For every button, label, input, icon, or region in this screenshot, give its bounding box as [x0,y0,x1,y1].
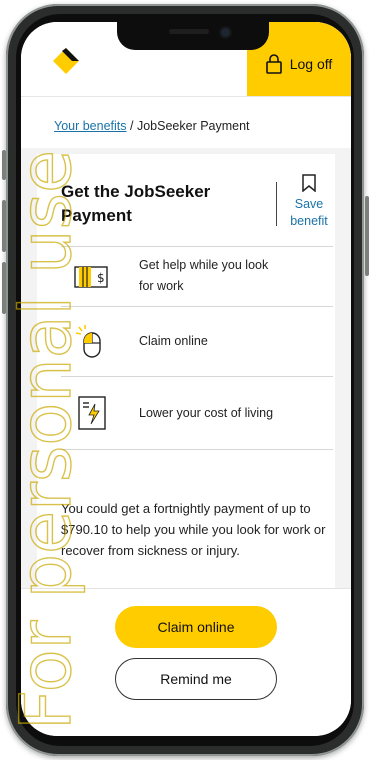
phone-volume-down [2,262,6,314]
phone-mute-switch [2,150,6,180]
feature-label: Claim online [139,334,208,348]
logout-label: Log off [289,56,333,72]
lock-icon [265,54,282,74]
front-camera [221,28,230,37]
feature-label: Get help while you look [139,258,269,272]
page-title: Get the JobSeeker Payment [61,182,211,225]
mouse-click-icon [75,325,101,358]
save-benefit-button[interactable]: Save benefit [283,174,335,230]
phone-volume-up [2,200,6,252]
feature-item-help-while-looking: $ Get help while you look for work [61,246,333,307]
bank-logo-icon[interactable] [53,48,79,74]
breadcrumb-current: JobSeeker Payment [136,119,250,133]
benefit-card: Get the JobSeeker Payment Save benefit $… [37,154,335,614]
action-footer: Claim online Remind me [21,588,351,736]
feature-label-cont: for work [139,279,184,293]
speaker-grille [169,29,209,34]
money-icon: $ [74,266,108,288]
save-label-line1: Save [294,197,324,211]
svg-text:$: $ [97,271,105,285]
phone-screen: Log off Your benefits / JobSeeker Paymen… [21,22,351,736]
feature-item-claim-online: Claim online [61,306,333,377]
feature-item-cost-of-living: Lower your cost of living [61,376,333,450]
breadcrumb-separator: / [130,119,134,133]
phone-power-button [365,196,369,276]
claim-online-button[interactable]: Claim online [115,606,277,648]
bookmark-icon [302,174,316,192]
feature-label: Lower your cost of living [139,406,274,420]
phone-notch [117,22,269,50]
save-label-line2: benefit [290,214,328,228]
energy-bill-icon [78,396,106,430]
breadcrumb: Your benefits / JobSeeker Payment [21,96,351,148]
benefit-description: You could get a fortnightly payment of u… [61,501,326,558]
breadcrumb-link-benefits[interactable]: Your benefits [54,119,127,133]
remind-me-button[interactable]: Remind me [115,658,277,700]
title-divider [276,182,277,226]
